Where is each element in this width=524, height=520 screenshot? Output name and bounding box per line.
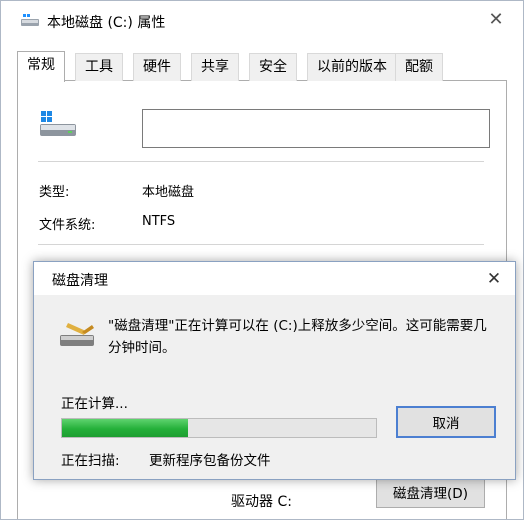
type-label: 类型: [39, 185, 70, 200]
progress-fill [62, 419, 188, 437]
progress-bar [61, 418, 377, 438]
disk-cleanup-button[interactable]: 磁盘清理(D) [376, 479, 485, 508]
type-value: 本地磁盘 [142, 185, 195, 200]
dialog-title: 磁盘清理 [52, 273, 108, 289]
close-button[interactable]: ✕ [485, 9, 507, 31]
scan-value: 更新程序包备份文件 [149, 453, 271, 469]
window-title: 本地磁盘 (C:) 属性 [47, 15, 166, 31]
dialog-title-bar: 磁盘清理 ✕ [34, 262, 515, 295]
tab-security[interactable]: 安全 [249, 53, 297, 81]
disk-cleanup-icon [60, 323, 94, 346]
tab-strip: 常规 工具 硬件 共享 安全 以前的版本 配额 [17, 51, 507, 82]
drive-letter-label: 驱动器 C: [231, 494, 292, 510]
drive-icon [21, 14, 39, 26]
divider [38, 161, 484, 162]
dialog-close-button[interactable]: ✕ [482, 267, 506, 291]
cancel-button[interactable]: 取消 [396, 406, 496, 438]
filesystem-value: NTFS [142, 214, 176, 229]
filesystem-label: 文件系统: [39, 218, 96, 233]
tab-tools[interactable]: 工具 [75, 53, 123, 81]
tab-previous-versions[interactable]: 以前的版本 [307, 53, 397, 81]
drive-name-input[interactable] [142, 109, 490, 148]
tab-quota[interactable]: 配额 [395, 53, 443, 81]
dialog-message: "磁盘清理"正在计算可以在 (C:)上释放多少空间。这可能需要几分钟时间。 [108, 318, 487, 356]
divider [38, 244, 484, 245]
scan-label: 正在扫描: [61, 453, 120, 469]
status-text: 正在计算... [61, 396, 128, 412]
title-bar: 本地磁盘 (C:) 属性 ✕ [1, 1, 523, 41]
disk-cleanup-dialog: 磁盘清理 ✕ "磁盘清理"正在计算可以在 (C:)上释放多少空间。这可能需要几分… [33, 261, 516, 480]
windows-drive-icon [40, 111, 76, 136]
tab-sharing[interactable]: 共享 [191, 53, 239, 81]
tab-general[interactable]: 常规 [17, 51, 65, 82]
tab-hardware[interactable]: 硬件 [133, 53, 181, 81]
